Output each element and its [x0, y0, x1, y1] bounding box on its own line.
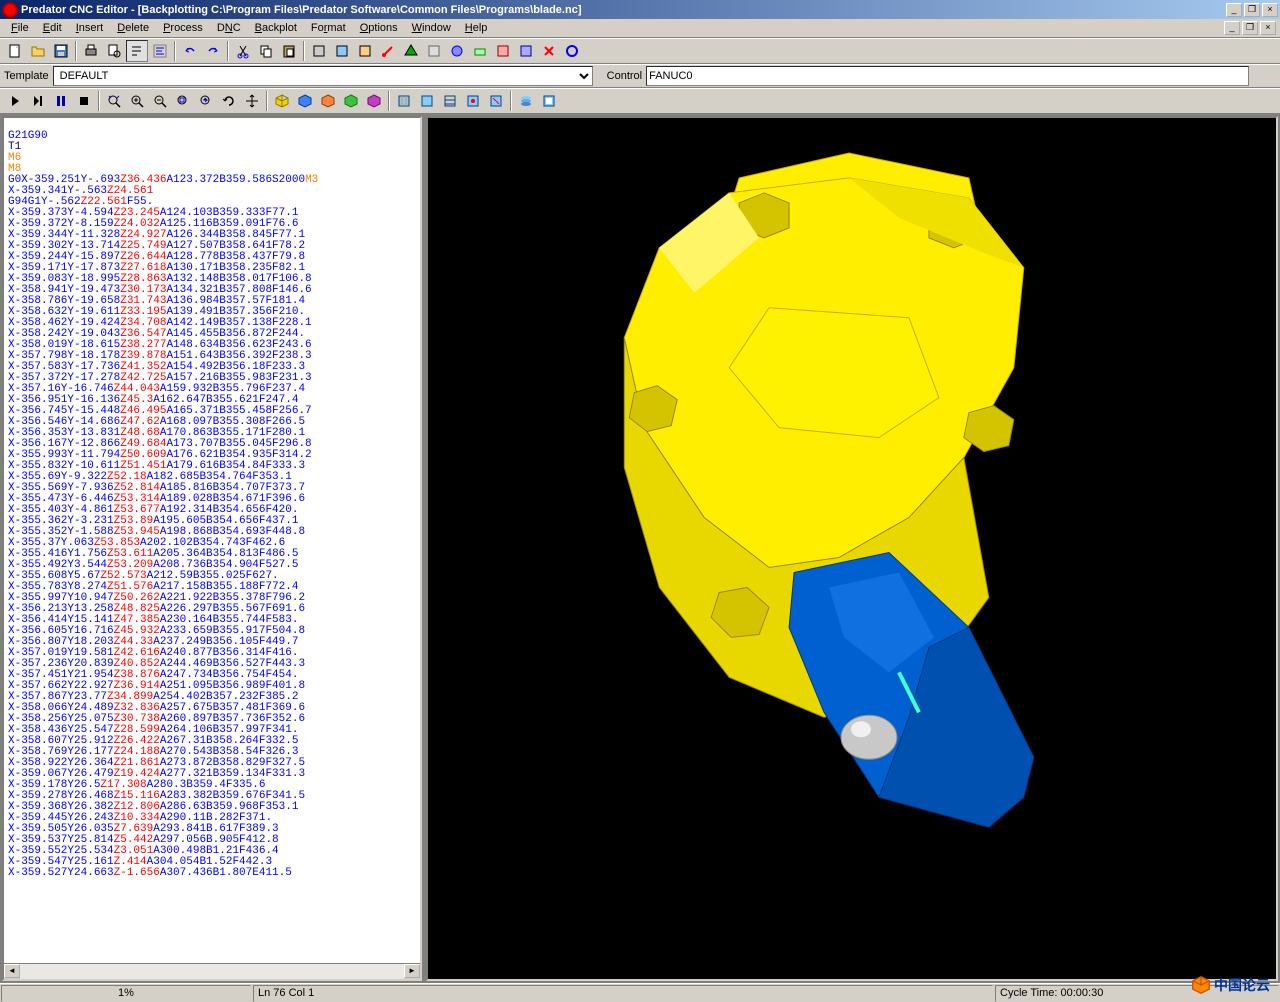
tool2-icon[interactable]: [331, 40, 353, 62]
text-icon[interactable]: [149, 40, 171, 62]
display-mode5-icon[interactable]: [485, 90, 507, 112]
tool7-icon[interactable]: [446, 40, 468, 62]
tool3-icon[interactable]: [354, 40, 376, 62]
scroll-right-icon[interactable]: ►: [404, 964, 420, 978]
zoom-window-icon[interactable]: [172, 90, 194, 112]
scroll-track[interactable]: [20, 964, 404, 979]
menu-insert[interactable]: Insert: [69, 20, 111, 36]
app-icon: [2, 2, 18, 18]
3d-model-render: [428, 118, 1276, 979]
display-mode3-icon[interactable]: [439, 90, 461, 112]
save-icon[interactable]: [50, 40, 72, 62]
scroll-left-icon[interactable]: ◄: [4, 964, 20, 978]
menu-delete[interactable]: Delete: [110, 20, 156, 36]
zoom-out-icon[interactable]: [149, 90, 171, 112]
undo-icon[interactable]: [179, 40, 201, 62]
zoom-in-icon[interactable]: [126, 90, 148, 112]
status-progress: 1%: [1, 985, 251, 1002]
tool4-icon[interactable]: [377, 40, 399, 62]
tool5-icon[interactable]: [400, 40, 422, 62]
wrap-icon[interactable]: [126, 40, 148, 62]
menu-file[interactable]: File: [4, 20, 36, 36]
settings-icon[interactable]: [538, 90, 560, 112]
tool12-icon[interactable]: [561, 40, 583, 62]
view-back-icon[interactable]: [363, 90, 385, 112]
menu-backplot[interactable]: Backplot: [248, 20, 304, 36]
pan-icon[interactable]: [241, 90, 263, 112]
tool10-icon[interactable]: [515, 40, 537, 62]
display-mode1-icon[interactable]: [393, 90, 415, 112]
code-scrollbar[interactable]: ◄ ►: [4, 963, 420, 979]
paste-icon[interactable]: [278, 40, 300, 62]
tool11-icon[interactable]: [538, 40, 560, 62]
tool8-icon[interactable]: [469, 40, 491, 62]
minimize-button[interactable]: _: [1226, 3, 1242, 17]
menu-bar: File Edit Insert Delete Process DNC Back…: [0, 19, 1280, 38]
title-bar: Predator CNC Editor - [Backplotting C:\P…: [0, 0, 1280, 19]
cut-icon[interactable]: [232, 40, 254, 62]
pause-icon[interactable]: [50, 90, 72, 112]
menu-dnc[interactable]: DNC: [210, 20, 248, 36]
tool6-icon[interactable]: [423, 40, 445, 62]
menu-edit[interactable]: Edit: [36, 20, 69, 36]
open-file-icon[interactable]: [27, 40, 49, 62]
display-mode2-icon[interactable]: [416, 90, 438, 112]
code-content[interactable]: G21G90 T1 M6 M8 G0X-359.251Y-.693Z36.436…: [4, 118, 420, 963]
main-area: G21G90 T1 M6 M8 G0X-359.251Y-.693Z36.436…: [0, 114, 1280, 983]
layers-icon[interactable]: [515, 90, 537, 112]
display-mode4-icon[interactable]: [462, 90, 484, 112]
new-file-icon[interactable]: [4, 40, 26, 62]
code-editor-panel: G21G90 T1 M6 M8 G0X-359.251Y-.693Z36.436…: [2, 116, 422, 981]
mdi-close-button[interactable]: ×: [1260, 21, 1276, 35]
zoom-fit-icon[interactable]: [103, 90, 125, 112]
redo-icon[interactable]: [202, 40, 224, 62]
main-toolbar: [0, 38, 1280, 64]
copy-icon[interactable]: [255, 40, 277, 62]
view-side-icon[interactable]: [340, 90, 362, 112]
watermark: 中国论云: [1190, 974, 1270, 996]
maximize-button[interactable]: ❐: [1244, 3, 1260, 17]
menu-process[interactable]: Process: [156, 20, 210, 36]
template-bar: Template DEFAULT Control: [0, 64, 1280, 88]
mdi-restore-button[interactable]: ❐: [1242, 21, 1258, 35]
window-title: Predator CNC Editor - [Backplotting C:\P…: [21, 4, 1226, 16]
menu-help[interactable]: Help: [458, 20, 495, 36]
tool9-icon[interactable]: [492, 40, 514, 62]
zoom-prev-icon[interactable]: [195, 90, 217, 112]
print-icon[interactable]: [80, 40, 102, 62]
menu-window[interactable]: Window: [405, 20, 458, 36]
template-label: Template: [4, 70, 49, 82]
control-input[interactable]: [646, 66, 1249, 86]
print-preview-icon[interactable]: [103, 40, 125, 62]
status-bar: 1% Ln 76 Col 1 Cycle Time: 00:00:30: [0, 983, 1280, 1002]
tool1-icon[interactable]: [308, 40, 330, 62]
stop-icon[interactable]: [73, 90, 95, 112]
view-iso-icon[interactable]: [271, 90, 293, 112]
menu-options[interactable]: Options: [353, 20, 405, 36]
control-label: Control: [607, 70, 642, 82]
rotate-icon[interactable]: [218, 90, 240, 112]
view-front-icon[interactable]: [317, 90, 339, 112]
tool-holder: [789, 552, 1034, 827]
3d-viewport[interactable]: [426, 116, 1278, 981]
close-button[interactable]: ×: [1262, 3, 1278, 17]
step-icon[interactable]: [27, 90, 49, 112]
play-icon[interactable]: [4, 90, 26, 112]
mdi-minimize-button[interactable]: _: [1224, 21, 1240, 35]
template-dropdown[interactable]: DEFAULT: [53, 66, 593, 86]
simulation-toolbar: [0, 88, 1280, 114]
status-position: Ln 76 Col 1: [253, 985, 993, 1002]
menu-format[interactable]: Format: [304, 20, 353, 36]
view-top-icon[interactable]: [294, 90, 316, 112]
